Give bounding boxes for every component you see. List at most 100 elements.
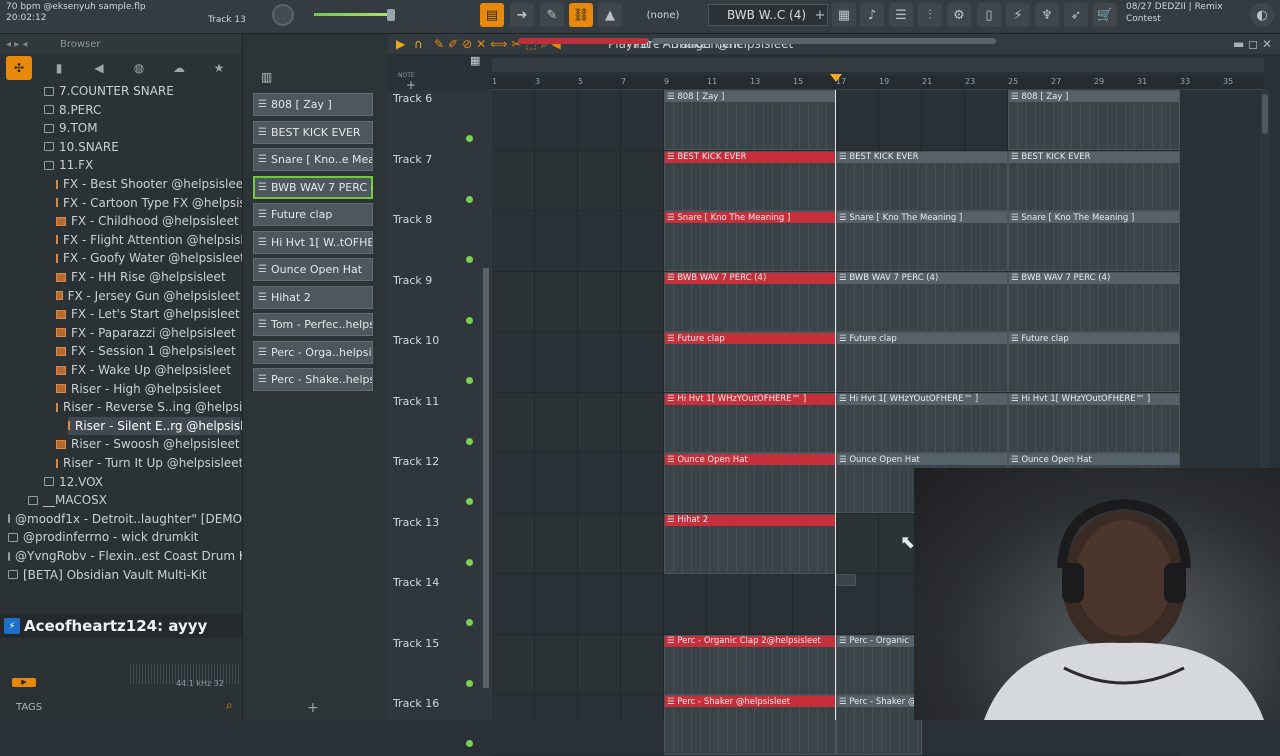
plug-icon[interactable]: ⚡ [1006, 3, 1030, 27]
playlist-clip[interactable]: ☰ Hi Hvt 1[ WHzYOutOFHERE™ ] [664, 392, 836, 453]
playlist-clip[interactable]: ☰ BEST KICK EVER [836, 150, 1008, 211]
track-name[interactable]: Track 10 [393, 334, 439, 347]
piano-roll-icon[interactable]: ♪ [860, 3, 884, 27]
play-preview-icon[interactable]: ▶ [12, 678, 36, 687]
track-mute-led[interactable] [466, 558, 473, 566]
playlist-clip[interactable]: ☰ Perc - Shaker @helpsisleet [664, 695, 836, 755]
playlist-clip[interactable]: ☰ Snare [ Kno The Meaning ] [836, 211, 1008, 271]
browser-file[interactable]: FX - Best Shooter @helpsisleet [56, 175, 242, 193]
cloud-icon[interactable]: ☁ [166, 56, 192, 80]
loop-range-marker[interactable] [518, 38, 648, 44]
playlist-clip[interactable]: ☰ Future clap [1008, 332, 1180, 392]
browser-folder[interactable]: 10.SNARE [44, 138, 240, 156]
track-mute-led[interactable] [466, 256, 473, 263]
track-name[interactable]: Track 6 [393, 92, 432, 105]
add-pattern-icon[interactable]: + [808, 3, 832, 27]
browser-folder[interactable]: @moodf1x - Detroit..laughter" [DEMO] [8, 510, 242, 528]
time-ruler[interactable]: 1 3 5 7 9 11 13 15 17 19 21 23 25 27 29 31 33 35 [492, 76, 1264, 90]
vertical-scroll-thumb[interactable] [1262, 94, 1268, 134]
track-name[interactable]: Track 8 [393, 213, 432, 226]
snap-select[interactable]: (none) [640, 5, 686, 25]
master-pitch-knob[interactable] [272, 4, 294, 26]
track-name[interactable]: Track 14 [393, 576, 439, 589]
track-name[interactable]: Track 7 [393, 153, 432, 166]
channel-button[interactable]: ☰Perc - Orga..helpsisleet [253, 340, 373, 364]
feather-icon[interactable]: ➶ [1064, 3, 1088, 27]
track-mute-led[interactable] [466, 437, 473, 445]
track-scroll-indicator[interactable] [483, 268, 489, 688]
link-icon[interactable]: ⛓ [569, 3, 593, 27]
track-name[interactable]: Track 9 [393, 274, 432, 287]
browser-file[interactable]: FX - Session 1 @helpsisleet [56, 342, 240, 360]
track-mute-led[interactable] [466, 498, 473, 505]
playlist-clip[interactable]: ☰ BWB WAV 7 PERC (4) [664, 271, 836, 332]
channel-button[interactable]: ☰BWB WAV 7 PERC (4) [253, 175, 373, 199]
magnet-icon[interactable]: ∩ [414, 37, 423, 51]
track-mute-led[interactable] [466, 619, 473, 626]
browser-folder[interactable]: 8.PERC [44, 101, 240, 119]
playlist-clip[interactable]: ☰ BEST KICK EVER [664, 150, 836, 211]
browser-file[interactable]: Riser - Turn It Up @helpsisleet [56, 454, 242, 472]
mixer-icon[interactable]: ⫶ [918, 3, 942, 27]
current-project-icon[interactable]: ▮ [46, 56, 72, 80]
playlist-clip[interactable]: ☰ Perc - Organic Clap 2@helpsisleet [664, 634, 836, 695]
browser-folder[interactable]: 12.VOX [44, 473, 240, 491]
playlist-clip[interactable]: ☰ BWB WAV 7 PERC (4) [1008, 271, 1180, 332]
playhead-marker[interactable] [830, 74, 842, 82]
track-mute-led[interactable] [466, 679, 473, 687]
track-name[interactable]: Track 15 [393, 637, 439, 650]
browser-file[interactable]: FX - Childhood @helpsisleet [56, 212, 240, 230]
browser-file[interactable]: FX - Wake Up @helpsisleet [56, 361, 240, 379]
playlist-clip[interactable]: ☰ Future clap [664, 332, 836, 392]
stamp-icon[interactable]: ▲ [598, 3, 622, 27]
window-controls[interactable]: ▬ ◻ ✕ [1233, 37, 1272, 51]
shop-icon[interactable]: 🛒 [1093, 3, 1117, 27]
browser-file[interactable]: FX - HH Rise @helpsisleet [56, 268, 240, 286]
browser-folder[interactable]: @YvngRobv - Flexin..est Coast Drum Kit [8, 547, 242, 565]
play-icon[interactable]: ▶ [396, 37, 405, 51]
channel-button[interactable]: ☰ BEST KICK EVER [253, 120, 373, 144]
channel-button[interactable]: ☰Perc - Shake..helpsisleet [253, 368, 373, 391]
browser-folder[interactable]: @prodinferrno - wick drumkit [8, 528, 240, 546]
browser-file[interactable]: FX - Cartoon Type FX @helpsisleet [56, 194, 242, 212]
track-name[interactable]: Track 13 [393, 516, 439, 529]
playlist-clip[interactable]: ☰ Perc - Organic [836, 634, 922, 695]
news-panel[interactable]: 08/27 DEDZII | Remix Contest [1126, 1, 1223, 25]
browser-file[interactable]: Riser - Reverse S..ing @helpsisleet [56, 398, 242, 416]
plugin-database-icon[interactable]: ◀ [86, 56, 112, 80]
browser-folder[interactable]: 7.COUNTER SNARE [44, 82, 240, 100]
tuner-icon[interactable]: ♆ [1035, 3, 1059, 27]
browser-file[interactable]: FX - Let's Start @helpsisleet [56, 305, 240, 323]
channel-button[interactable]: ☰ Hihat 2 [253, 285, 373, 309]
playlist-clip[interactable]: ☰ 808 [ Zay ] [1008, 90, 1180, 150]
track-mute-led[interactable] [466, 377, 473, 384]
track-name[interactable]: Track 16 [393, 697, 439, 710]
master-volume-slider[interactable] [314, 13, 394, 16]
playlist-clip[interactable]: ☰ Future clap [836, 332, 1008, 392]
draw-icon[interactable]: ✎ [540, 3, 564, 27]
browser-file[interactable]: FX - Paparazzi @helpsisleet [56, 324, 240, 342]
search-icon[interactable]: ⌕ [226, 698, 233, 713]
playlist-clip[interactable]: ☰ BWB WAV 7 PERC (4) [836, 271, 1008, 332]
browser-file[interactable]: Riser - Silent E..rg @helpsisleet [68, 416, 242, 435]
browser-file[interactable]: FX - Goofy Water @helpsisleet [56, 249, 242, 267]
account-icon[interactable]: ◐ [1250, 3, 1274, 27]
all-files-icon[interactable]: ✣ [6, 56, 32, 80]
arrow-icon[interactable]: ➜ [510, 3, 534, 27]
browser-folder[interactable]: [BETA] Obsidian Vault Multi-Kit [8, 566, 240, 584]
browser-folder[interactable]: 11.FX [44, 156, 240, 174]
track-name[interactable]: Track 11 [393, 395, 439, 408]
master-volume-handle[interactable] [387, 9, 395, 21]
channel-button[interactable]: ☰Snare [ Kno..e Meaning ] [253, 148, 373, 171]
browser-file[interactable]: Riser - High @helpsisleet [56, 380, 240, 398]
track-name[interactable]: Track 12 [393, 455, 439, 468]
plugin-icon[interactable]: ⚙ [947, 3, 971, 27]
playlist-clip[interactable]: ☰ Hi Hvt 1[ WHzYOutOFHERE™ ] [1008, 392, 1180, 453]
empty-clip-marker[interactable] [836, 574, 856, 586]
playlist-clip[interactable]: ☰ Hihat 2 [664, 513, 836, 574]
channel-button[interactable]: ☰ 808 [ Zay ] [253, 93, 373, 116]
track-mute-led[interactable] [466, 316, 473, 324]
timeline-scroll-thumb[interactable] [652, 38, 996, 44]
piano-icon[interactable]: ▥ [261, 70, 272, 84]
channel-button[interactable]: ☰ Ounce Open Hat [253, 258, 373, 281]
